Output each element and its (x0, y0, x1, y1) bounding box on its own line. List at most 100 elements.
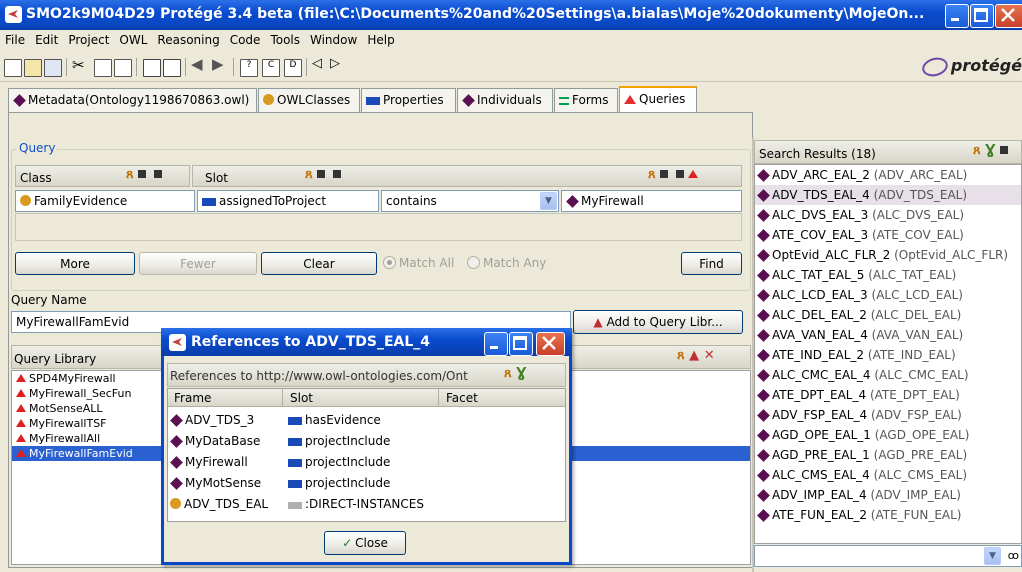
filter-icon[interactable]: Ɣ (516, 366, 526, 381)
query-triangle-icon[interactable] (687, 170, 698, 178)
menu-window[interactable]: Window (305, 30, 362, 47)
add-to-query-library-button[interactable]: ▲ Add to Query Libr... (573, 310, 743, 334)
class-field[interactable]: FamilyEvidence (15, 190, 195, 212)
dialog-minimize-button[interactable] (484, 332, 508, 356)
chevron-down-icon[interactable]: ▼ (984, 547, 1001, 565)
close-window-button[interactable] (995, 4, 1022, 28)
minimize-button[interactable] (945, 4, 969, 28)
remove-slot-icon[interactable] (332, 170, 341, 178)
list-item-highlighted[interactable]: ADV_TDS_EAL_4 (ADV_TDS_EAL) (755, 185, 1021, 205)
tab-forms[interactable]: Forms (554, 88, 618, 112)
list-item[interactable]: ATE_FUN_EAL_2 (ATE_FUN_EAL) (755, 505, 1021, 525)
add-value-icon[interactable] (659, 170, 668, 178)
diamond-icon (170, 414, 183, 427)
import-icon[interactable] (143, 59, 161, 77)
table-row[interactable]: MyMotSense projectInclude (168, 474, 565, 494)
list-item[interactable]: ALC_DVS_EAL_3 (ALC_DVS_EAL) (755, 205, 1021, 225)
fewer-button[interactable]: Fewer (139, 252, 257, 275)
forward-icon[interactable]: ▷ (330, 56, 346, 72)
column-header-frame[interactable]: Frame (174, 391, 211, 405)
view-icon[interactable]: ጸ (305, 167, 313, 182)
undo-icon[interactable]: ◀ (191, 55, 207, 73)
save-project-icon[interactable] (44, 59, 62, 77)
dialog-maximize-button[interactable] (509, 332, 533, 356)
list-item[interactable]: ALC_CMC_EAL_4 (ALC_CMC_EAL) (755, 365, 1021, 385)
tab-owlclasses[interactable]: OWLClasses (258, 88, 360, 112)
new-project-icon[interactable] (4, 59, 22, 77)
view-icon[interactable]: ጸ (648, 167, 656, 182)
list-item[interactable]: ATE_COV_EAL_3 (ATE_COV_EAL) (755, 225, 1021, 245)
list-item[interactable]: ATE_DPT_EAL_4 (ATE_DPT_EAL) (755, 385, 1021, 405)
view-icon[interactable]: ጸ (677, 348, 685, 363)
back-icon[interactable]: ◁ (312, 56, 328, 72)
menu-file[interactable]: File (0, 30, 30, 47)
configure-icon[interactable]: C (262, 59, 280, 77)
list-item[interactable]: AGD_OPE_EAL_1 (AGD_OPE_EAL) (755, 425, 1021, 445)
list-item[interactable]: ALC_TAT_EAL_5 (ALC_TAT_EAL) (755, 265, 1021, 285)
paste-icon[interactable] (114, 59, 132, 77)
retrieve-query-icon[interactable]: ▲ (689, 348, 699, 363)
view-icon[interactable]: ጸ (504, 366, 512, 381)
menu-code[interactable]: Code (225, 30, 266, 47)
menu-owl[interactable]: OWL (114, 30, 152, 47)
list-item[interactable]: AVA_VAN_EAL_4 (AVA_VAN_EAL) (755, 325, 1021, 345)
list-item[interactable]: OptEvid_ALC_FLR_2 (OptEvid_ALC_FLR) (755, 245, 1021, 265)
query-name-label: Query Name (11, 293, 87, 307)
info-icon[interactable]: D (284, 59, 302, 77)
value-field[interactable]: MyFirewall (561, 190, 742, 212)
list-item[interactable]: ALC_LCD_EAL_3 (ALC_LCD_EAL) (755, 285, 1021, 305)
more-button[interactable]: More (15, 252, 135, 275)
tab-queries[interactable]: Queries (619, 86, 697, 112)
find-button[interactable]: Find (681, 252, 742, 275)
list-item[interactable]: ADV_FSP_EAL_4 (ADV_FSP_EAL) (755, 405, 1021, 425)
binoculars-icon[interactable]: ꝏ (1008, 549, 1019, 562)
clear-button[interactable]: Clear (261, 252, 377, 275)
view-icon[interactable]: ጸ (126, 167, 134, 182)
menu-reasoning[interactable]: Reasoning (152, 30, 224, 47)
chevron-down-icon[interactable]: ▼ (540, 192, 557, 210)
list-item[interactable]: ADV_ARC_EAL_2 (ADV_ARC_EAL) (755, 165, 1021, 185)
delete-query-icon[interactable]: ✕ (704, 348, 715, 363)
open-project-icon[interactable] (24, 59, 42, 77)
list-item[interactable]: AGD_PRE_EAL_1 (AGD_PRE_EAL) (755, 445, 1021, 465)
remove-value-icon[interactable] (675, 170, 684, 178)
add-slot-icon[interactable] (316, 170, 325, 178)
tab-metadata[interactable]: Metadata(Ontology1198670863.owl) (8, 88, 257, 112)
tab-properties[interactable]: Properties (361, 88, 456, 112)
view-icon[interactable]: ጸ (973, 143, 981, 158)
menu-edit[interactable]: Edit (30, 30, 63, 47)
redo-icon[interactable]: ▶ (212, 55, 228, 73)
column-header-facet[interactable]: Facet (446, 391, 478, 405)
list-item[interactable]: ADV_IMP_EAL_4 (ADV_IMP_EAL) (755, 485, 1021, 505)
export-icon[interactable] (163, 59, 181, 77)
cut-icon[interactable]: ✂ (72, 56, 88, 74)
list-item[interactable]: ALC_CMS_EAL_4 (ALC_CMS_EAL) (755, 465, 1021, 485)
table-row[interactable]: ADV_TDS_3 hasEvidence (168, 411, 565, 431)
list-item[interactable]: ATE_IND_EAL_2 (ATE_IND_EAL) (755, 345, 1021, 365)
search-results-filter-input[interactable]: ▼ ꝏ (754, 545, 1022, 567)
menu-icon[interactable] (1000, 146, 1008, 154)
menu-help[interactable]: Help (362, 30, 399, 47)
menu-project[interactable]: Project (63, 30, 114, 47)
window-title-bar[interactable]: SMO2k9M04D29 Protégé 3.4 beta (file:\C:\… (0, 0, 1022, 30)
copy-icon[interactable] (94, 59, 112, 77)
dialog-title-bar[interactable]: References to ADV_TDS_EAL_4 (161, 328, 572, 356)
match-any-radio[interactable]: Match Any (467, 256, 546, 270)
table-row[interactable]: MyDataBase projectInclude (168, 432, 565, 452)
list-item[interactable]: ALC_DEL_EAL_2 (ALC_DEL_EAL) (755, 305, 1021, 325)
maximize-button[interactable] (970, 4, 994, 28)
match-all-radio[interactable]: Match All (383, 256, 454, 270)
table-row[interactable]: MyFirewall projectInclude (168, 453, 565, 473)
column-header-slot[interactable]: Slot (290, 391, 313, 405)
remove-class-icon[interactable] (153, 170, 162, 178)
table-row[interactable]: ADV_TDS_EAL :DIRECT-INSTANCES (168, 495, 565, 515)
menu-tools[interactable]: Tools (265, 30, 305, 47)
help-icon[interactable]: ? (240, 59, 258, 77)
tab-individuals[interactable]: Individuals (457, 88, 553, 112)
filter-icon[interactable]: Ɣ (985, 143, 995, 158)
slot-field[interactable]: assignedToProject (197, 190, 379, 212)
dialog-close-x-button[interactable] (536, 332, 565, 356)
operator-select[interactable]: contains ▼ (381, 190, 559, 212)
add-class-icon[interactable] (137, 170, 146, 178)
close-button[interactable]: ✓ Close (324, 531, 406, 555)
